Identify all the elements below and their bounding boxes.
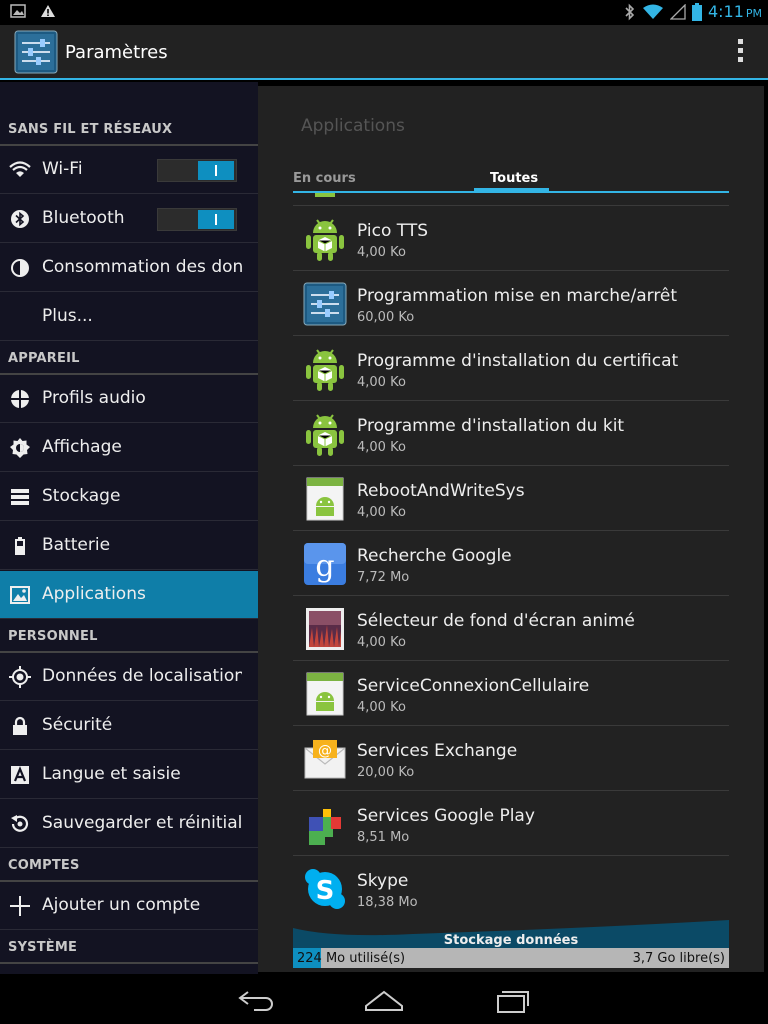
add-icon [10,896,30,916]
storage-icon [11,489,29,505]
section-header-accounts: COMPTES [0,848,258,882]
sidebar-item-wifi[interactable]: Wi-Fi [0,146,258,194]
home-icon[interactable] [362,986,406,1014]
svg-text:g: g [315,549,334,584]
storage-free-label: 3,7 Go libre(s) [632,951,725,966]
list-item[interactable]: g Recherche Google 7,72 Mo [293,531,729,596]
wallpaper-icon [306,608,344,650]
list-item[interactable]: Pico TTS 4,00 Ko [293,206,729,271]
sidebar-item-display[interactable]: Affichage [0,424,258,472]
clock: 4:11 [707,2,744,21]
list-item[interactable] [293,193,729,206]
android-app-icon [306,672,344,716]
warning-icon [41,5,55,17]
list-item[interactable]: Services Google Play 8,51 Mo [293,791,729,856]
bluetooth-status-icon [625,3,635,20]
picture-notification-icon [10,4,26,18]
sidebar-item-data-usage[interactable]: Consommation des données [0,244,258,292]
sidebar: SANS FIL ET RÉSEAUX Wi-Fi Bluetooth Cons… [0,82,258,974]
bluetooth-icon [11,210,29,228]
status-bar: 4:11 PM [0,0,768,25]
tab-all[interactable]: Toutes [490,171,538,186]
storage-usage: Stockage données 224 Mo utilisé(s) 3,7 G… [293,920,729,968]
list-item[interactable]: ServiceConnexionCellulaire 4,00 Ko [293,661,729,726]
sidebar-item-add-account[interactable]: Ajouter un compte [0,882,258,930]
back-icon[interactable] [234,986,278,1014]
sidebar-item-language[interactable]: Langue et saisie [0,751,258,799]
app-list[interactable]: Pico TTS 4,00 Ko Programmation mise en m… [293,193,729,920]
lock-icon [13,716,27,735]
list-item[interactable]: Programmation mise en marche/arrêt 60,00… [293,271,729,336]
list-item[interactable]: Programme d'installation du kit 4,00 Ko [293,401,729,466]
backup-icon [11,815,29,832]
svg-text:@: @ [318,743,332,759]
sidebar-item-more[interactable]: Plus... [0,293,258,341]
list-item[interactable]: @ Services Exchange 20,00 Ko [293,726,729,791]
settings-app-icon[interactable] [14,30,58,74]
battery-status-icon [691,2,702,21]
page-title: Paramètres [65,42,168,63]
storage-title: Stockage données [443,933,579,948]
clock-ampm: PM [745,7,762,20]
recent-apps-icon[interactable] [490,986,534,1014]
sidebar-item-bluetooth[interactable]: Bluetooth [0,195,258,243]
svg-text:S: S [316,876,335,906]
sidebar-item-applications[interactable]: Applications [0,571,258,619]
content-title: Applications [301,116,405,136]
android-app-icon [306,477,344,521]
data-usage-icon [11,259,29,277]
wifi-status-icon [642,4,663,19]
tab-selected-indicator [474,188,549,192]
sidebar-item-battery[interactable]: Batterie [0,522,258,570]
audio-profile-icon [10,389,30,409]
sidebar-item-security[interactable]: Sécurité [0,702,258,750]
signal-status-icon [669,3,686,20]
sidebar-item-audio-profiles[interactable]: Profils audio [0,375,258,423]
section-header-system: SYSTÈME [0,930,258,964]
battery-icon [15,537,25,555]
navigation-bar [0,974,768,1024]
overflow-menu-icon[interactable] [736,39,744,67]
bluetooth-toggle[interactable] [157,208,237,231]
applications-icon [10,586,30,604]
display-icon [10,438,30,458]
google-play-services-icon [309,809,341,845]
tab-running[interactable]: En cours [293,171,356,186]
location-icon [9,666,31,688]
language-icon [11,766,29,784]
storage-used-label: 224 Mo utilisé(s) [297,951,406,966]
android-icon [315,193,335,197]
sidebar-item-storage[interactable]: Stockage [0,473,258,521]
list-item[interactable]: Sélecteur de fond d'écran animé 4,00 Ko [293,596,729,661]
section-header-device: APPAREIL [0,341,258,375]
list-item[interactable]: S Skype 18,38 Mo [293,856,729,920]
android-icon [306,349,344,391]
android-icon [306,219,344,261]
settings-sliders-icon [303,282,347,326]
google-search-icon: g [304,543,346,585]
skype-icon: S [305,869,345,909]
wifi-icon [9,161,31,177]
section-header-wireless: SANS FIL ET RÉSEAUX [0,112,258,146]
exchange-mail-icon: @ [304,740,346,779]
android-icon [306,414,344,456]
sidebar-item-location[interactable]: Données de localisation [0,653,258,701]
action-bar: Paramètres [0,25,768,80]
section-header-personal: PERSONNEL [0,619,258,653]
wifi-toggle[interactable] [157,159,237,182]
list-item[interactable]: RebootAndWriteSys 4,00 Ko [293,466,729,531]
sidebar-item-backup-reset[interactable]: Sauvegarder et réinitialiser [0,800,258,848]
list-item[interactable]: Programme d'installation du certificat 4… [293,336,729,401]
